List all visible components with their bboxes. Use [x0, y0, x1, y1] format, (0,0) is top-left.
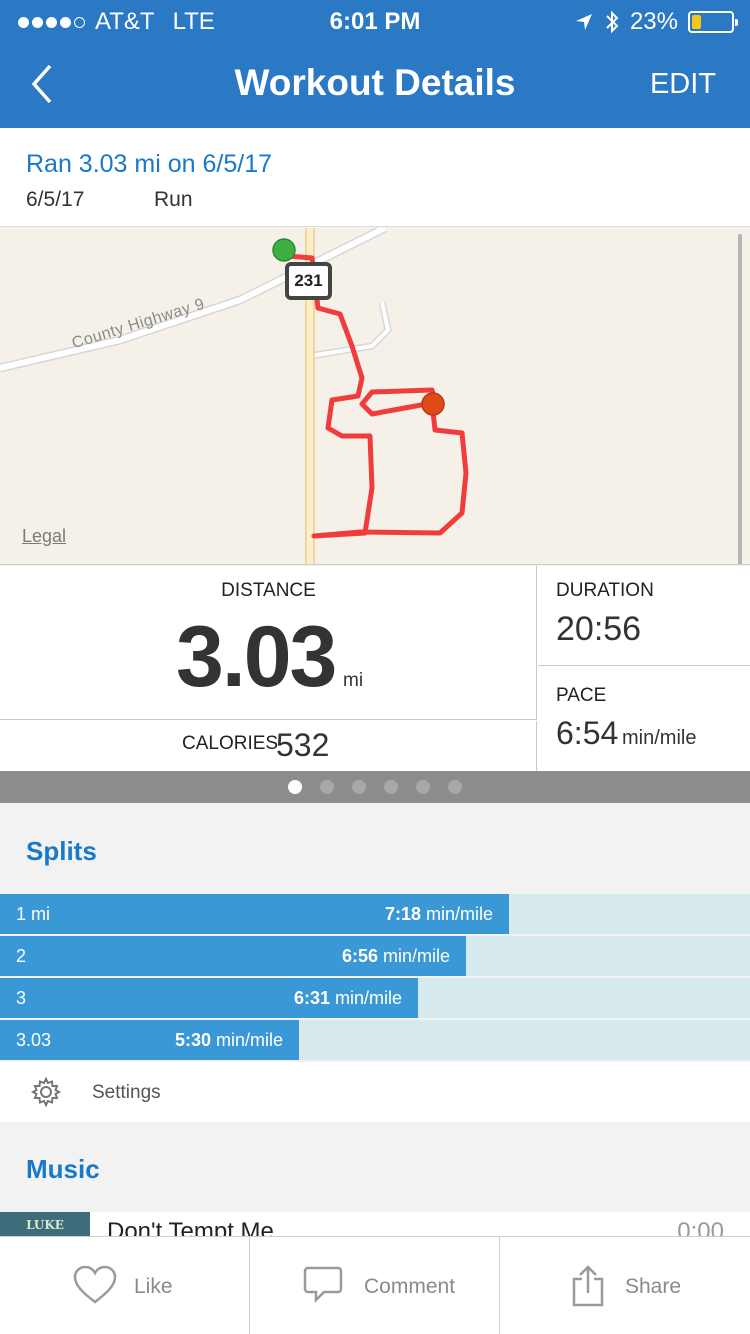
split-pace: 5:30 min/mile [175, 1030, 283, 1051]
calories-stat: CALORIES 532 [0, 721, 537, 771]
location-arrow-icon [575, 14, 592, 30]
workout-details-screen: AT&T LTE 6:01 PM 23% Workout Details EDI… [0, 0, 750, 1334]
page-dot[interactable] [384, 780, 398, 794]
page-dot[interactable] [288, 780, 302, 794]
pace-stat: PACE 6:54 min/mile [538, 667, 750, 771]
distance-stat: DISTANCE 3.03 mi [0, 566, 537, 720]
distance-value: 3.03 [176, 609, 337, 705]
share-label: Share [625, 1275, 682, 1298]
split-mile: 3 [16, 988, 27, 1008]
split-pace: 6:56 min/mile [342, 946, 450, 967]
duration-label: DURATION [556, 580, 654, 601]
split-row: 3.03 5:30 min/mile [0, 1020, 750, 1060]
comment-label: Comment [364, 1275, 456, 1298]
like-button[interactable]: Like [0, 1237, 250, 1334]
split-pace-value: 6:31 [293, 988, 330, 1008]
share-icon [572, 1265, 604, 1307]
pace-unit: min/mile [622, 727, 697, 749]
start-marker [272, 238, 296, 262]
page-dot[interactable] [416, 780, 430, 794]
split-pace: 7:18 min/mile [385, 904, 493, 925]
split-pace-unit: min/mile [382, 946, 450, 966]
workout-header: Ran 3.03 mi on 6/5/17 6/5/17 Run [0, 128, 750, 227]
split-pace-value: 7:18 [384, 904, 421, 924]
pace-value: 6:54 [556, 715, 619, 751]
route-map[interactable]: County Highway 9 231 Legal [0, 228, 750, 565]
battery-percent: 23% [629, 8, 678, 35]
split-pace-unit: min/mile [334, 988, 402, 1008]
split-pace: 6:31 min/mile [294, 988, 402, 1009]
highway-shield: 231 [285, 262, 332, 300]
end-marker [421, 392, 445, 416]
settings-label: Settings [92, 1082, 161, 1103]
top-bar: AT&T LTE 6:01 PM 23% Workout Details EDI… [0, 0, 750, 128]
calories-value: 532 [276, 727, 330, 763]
like-label: Like [134, 1275, 173, 1298]
pace-label: PACE [556, 685, 607, 706]
page-dot[interactable] [448, 780, 462, 794]
duration-value: 20:56 [556, 610, 642, 648]
splits-settings[interactable]: Settings [0, 1062, 750, 1122]
split-row: 3 6:31 min/mile [0, 978, 750, 1018]
workout-type: Run [154, 188, 193, 211]
split-pace-unit: min/mile [215, 1030, 283, 1050]
map-canvas [0, 228, 469, 564]
page-title: Workout Details [234, 62, 516, 103]
gear-icon [30, 1076, 62, 1108]
workout-date: 6/5/17 [26, 188, 85, 211]
nav-bar: Workout Details EDIT [0, 40, 750, 128]
split-pace-value: 5:30 [174, 1030, 211, 1050]
comment-bubble-icon [303, 1266, 343, 1304]
distance-label: DISTANCE [221, 580, 316, 601]
bluetooth-icon [606, 10, 619, 34]
comment-button[interactable]: Comment [250, 1237, 500, 1334]
share-button[interactable]: Share [500, 1237, 750, 1334]
splits-title: Splits [26, 836, 97, 866]
music-title: Music [26, 1154, 100, 1184]
page-dot[interactable] [320, 780, 334, 794]
workout-title[interactable]: Ran 3.03 mi on 6/5/17 [26, 150, 272, 179]
split-mile: 3.03 [16, 1030, 52, 1050]
split-row: 2 6:56 min/mile [0, 936, 750, 976]
split-row: 1 mi 7:18 min/mile [0, 894, 750, 934]
action-bar: Like Comment Share [0, 1236, 750, 1334]
page-dot[interactable] [352, 780, 366, 794]
distance-unit: mi [343, 670, 364, 691]
duration-stat: DURATION 20:56 [538, 566, 750, 666]
split-pace-unit: min/mile [425, 904, 493, 924]
stats-panel[interactable]: DISTANCE 3.03 mi CALORIES 532 DURATION 2… [0, 566, 750, 771]
legal-link[interactable]: Legal [22, 526, 66, 547]
calories-label: CALORIES [182, 733, 279, 754]
battery-icon [688, 11, 738, 33]
page-indicator[interactable] [0, 771, 750, 803]
edit-button[interactable]: EDIT [650, 68, 716, 101]
heart-icon [73, 1265, 117, 1304]
split-mile: 2 [16, 946, 27, 966]
splits-list: 1 mi 7:18 min/mile 2 6:56 min/mile 3 6:31 min… [0, 894, 750, 1062]
status-bar: AT&T LTE 6:01 PM 23% [0, 0, 750, 40]
scrollbar[interactable] [738, 234, 742, 564]
split-mile: 1 mi [16, 904, 51, 924]
split-pace-value: 6:56 [341, 946, 378, 966]
